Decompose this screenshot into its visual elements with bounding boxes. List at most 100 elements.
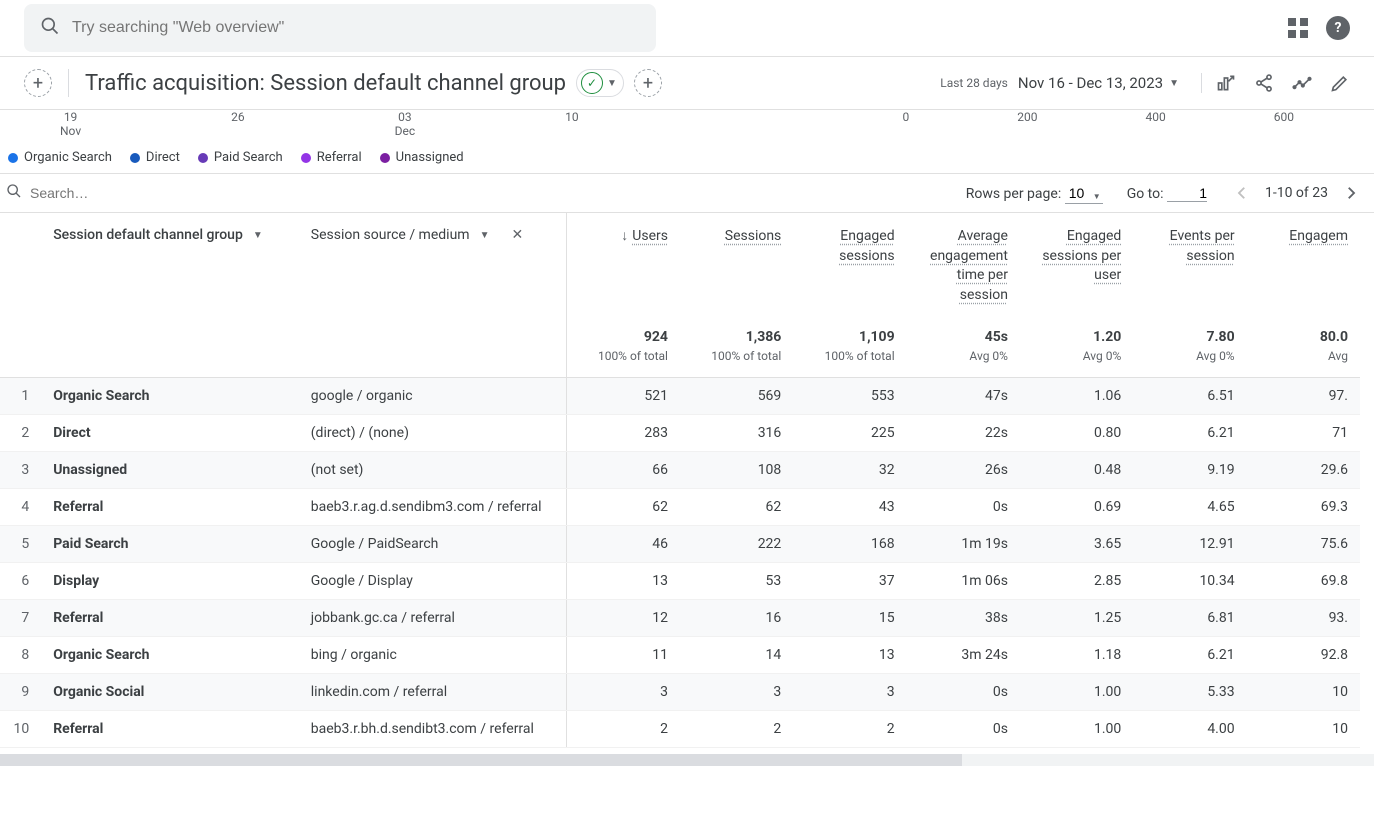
- row-index: 7: [0, 600, 41, 637]
- table-row[interactable]: 9Organic Sociallinkedin.com / referral33…: [0, 674, 1360, 711]
- row-metric: 2: [793, 711, 906, 748]
- row-metric: 66: [567, 452, 680, 489]
- row-metric: 0s: [907, 711, 1020, 748]
- customize-report-icon[interactable]: [1216, 73, 1236, 93]
- legend-label: Direct: [146, 150, 180, 165]
- dimension-2-dropdown[interactable]: Session source / medium ▼ ✕: [311, 227, 554, 243]
- row-metric: 62: [680, 489, 793, 526]
- page-title: Traffic acquisition: Session default cha…: [85, 71, 566, 96]
- row-dim2: Google / PaidSearch: [299, 526, 567, 563]
- table-row[interactable]: 5Paid SearchGoogle / PaidSearch462221681…: [0, 526, 1360, 563]
- global-search[interactable]: [24, 4, 656, 52]
- add-segment-button[interactable]: +: [24, 69, 52, 97]
- row-metric: 92.8: [1247, 637, 1360, 674]
- row-metric: 283: [567, 415, 680, 452]
- row-dim2: linkedin.com / referral: [299, 674, 567, 711]
- row-metric: 12.91: [1133, 526, 1246, 563]
- row-dim2: baeb3.r.ag.d.sendibm3.com / referral: [299, 489, 567, 526]
- row-dim1: Referral: [41, 489, 299, 526]
- legend-item[interactable]: Direct: [130, 150, 180, 165]
- rows-per-page-label: Rows per page:: [966, 186, 1061, 202]
- row-dim1: Display: [41, 563, 299, 600]
- status-dropdown[interactable]: ✓ ▼: [576, 69, 624, 97]
- x-tick: 200: [1017, 110, 1037, 138]
- prev-page-button[interactable]: [1231, 182, 1253, 204]
- check-icon: ✓: [581, 72, 603, 94]
- table-row[interactable]: 10Referralbaeb3.r.bh.d.sendibt3.com / re…: [0, 711, 1360, 748]
- insights-icon[interactable]: [1292, 73, 1312, 93]
- row-metric: 62: [567, 489, 680, 526]
- table-row[interactable]: 4Referralbaeb3.r.ag.d.sendibm3.com / ref…: [0, 489, 1360, 526]
- row-metric: 69.3: [1247, 489, 1360, 526]
- row-dim1: Organic Social: [41, 674, 299, 711]
- legend-item[interactable]: Organic Search: [8, 150, 112, 165]
- row-dim2: baeb3.r.bh.d.sendibt3.com / referral: [299, 711, 567, 748]
- rows-per-page-select[interactable]: 10: [1065, 183, 1103, 204]
- row-index: 5: [0, 526, 41, 563]
- date-range-picker[interactable]: Nov 16 - Dec 13, 2023 ▼: [1018, 74, 1179, 92]
- legend-label: Referral: [317, 150, 362, 165]
- col-engaged-sessions[interactable]: Engaged sessions: [793, 213, 906, 319]
- row-metric: 1.25: [1020, 600, 1133, 637]
- row-dim2: (not set): [299, 452, 567, 489]
- row-index: 8: [0, 637, 41, 674]
- col-engaged-per-user[interactable]: Engaged sessions per user: [1020, 213, 1133, 319]
- horizontal-scrollbar[interactable]: [0, 754, 1374, 766]
- row-metric: 3m 24s: [907, 637, 1020, 674]
- table-row[interactable]: 6DisplayGoogle / Display1353371m 06s2.85…: [0, 563, 1360, 600]
- row-metric: 168: [793, 526, 906, 563]
- row-metric: 22s: [907, 415, 1020, 452]
- table-row[interactable]: 3Unassigned(not set)661083226s0.489.1929…: [0, 452, 1360, 489]
- remove-dimension-icon[interactable]: ✕: [511, 227, 523, 243]
- row-metric: 26s: [907, 452, 1020, 489]
- help-icon[interactable]: ?: [1326, 16, 1350, 40]
- row-metric: 3: [567, 674, 680, 711]
- goto-input[interactable]: [1167, 185, 1207, 202]
- total-events: 7.80: [1206, 329, 1234, 345]
- total-users: 924: [644, 329, 668, 345]
- col-users[interactable]: ↓Users: [567, 213, 680, 319]
- edit-icon[interactable]: [1330, 73, 1350, 93]
- table-row[interactable]: 2Direct(direct) / (none)28331622522s0.80…: [0, 415, 1360, 452]
- legend-label: Organic Search: [24, 150, 112, 165]
- table-row[interactable]: 8Organic Searchbing / organic1114133m 24…: [0, 637, 1360, 674]
- table-row[interactable]: 1Organic Searchgoogle / organic521569553…: [0, 378, 1360, 415]
- row-dim1: Organic Search: [41, 637, 299, 674]
- next-page-button[interactable]: [1340, 182, 1362, 204]
- row-index: 10: [0, 711, 41, 748]
- legend-dot: [301, 153, 311, 163]
- row-metric: 15: [793, 600, 906, 637]
- x-tick: 0: [903, 110, 910, 138]
- row-dim1: Organic Search: [41, 378, 299, 415]
- row-metric: 11: [567, 637, 680, 674]
- row-metric: 569: [680, 378, 793, 415]
- row-metric: 1.06: [1020, 378, 1133, 415]
- dimension-1-dropdown[interactable]: Session default channel group ▼: [53, 227, 287, 243]
- col-avg-engagement[interactable]: Average engagement time per session: [907, 213, 1020, 319]
- row-metric: 10: [1247, 711, 1360, 748]
- row-metric: 4.00: [1133, 711, 1246, 748]
- share-icon[interactable]: [1254, 73, 1274, 93]
- col-events-per-session[interactable]: Events per session: [1133, 213, 1246, 319]
- row-dim1: Direct: [41, 415, 299, 452]
- table-search-input[interactable]: [30, 185, 230, 201]
- legend-item[interactable]: Paid Search: [198, 150, 283, 165]
- row-index: 2: [0, 415, 41, 452]
- row-metric: 14: [680, 637, 793, 674]
- apps-grid-icon[interactable]: [1286, 16, 1310, 40]
- add-comparison-button[interactable]: +: [634, 69, 662, 97]
- col-engagement-rate[interactable]: Engagem: [1247, 213, 1360, 319]
- col-sessions[interactable]: Sessions: [680, 213, 793, 319]
- legend-item[interactable]: Unassigned: [380, 150, 464, 165]
- row-metric: 32: [793, 452, 906, 489]
- search-input[interactable]: [72, 19, 640, 37]
- row-metric: 553: [793, 378, 906, 415]
- legend-dot: [380, 153, 390, 163]
- row-metric: 47s: [907, 378, 1020, 415]
- chevron-down-icon: ▼: [253, 230, 263, 241]
- legend-item[interactable]: Referral: [301, 150, 362, 165]
- table-row[interactable]: 7Referraljobbank.gc.ca / referral1216153…: [0, 600, 1360, 637]
- legend-label: Unassigned: [396, 150, 464, 165]
- row-metric: 12: [567, 600, 680, 637]
- row-dim1: Referral: [41, 711, 299, 748]
